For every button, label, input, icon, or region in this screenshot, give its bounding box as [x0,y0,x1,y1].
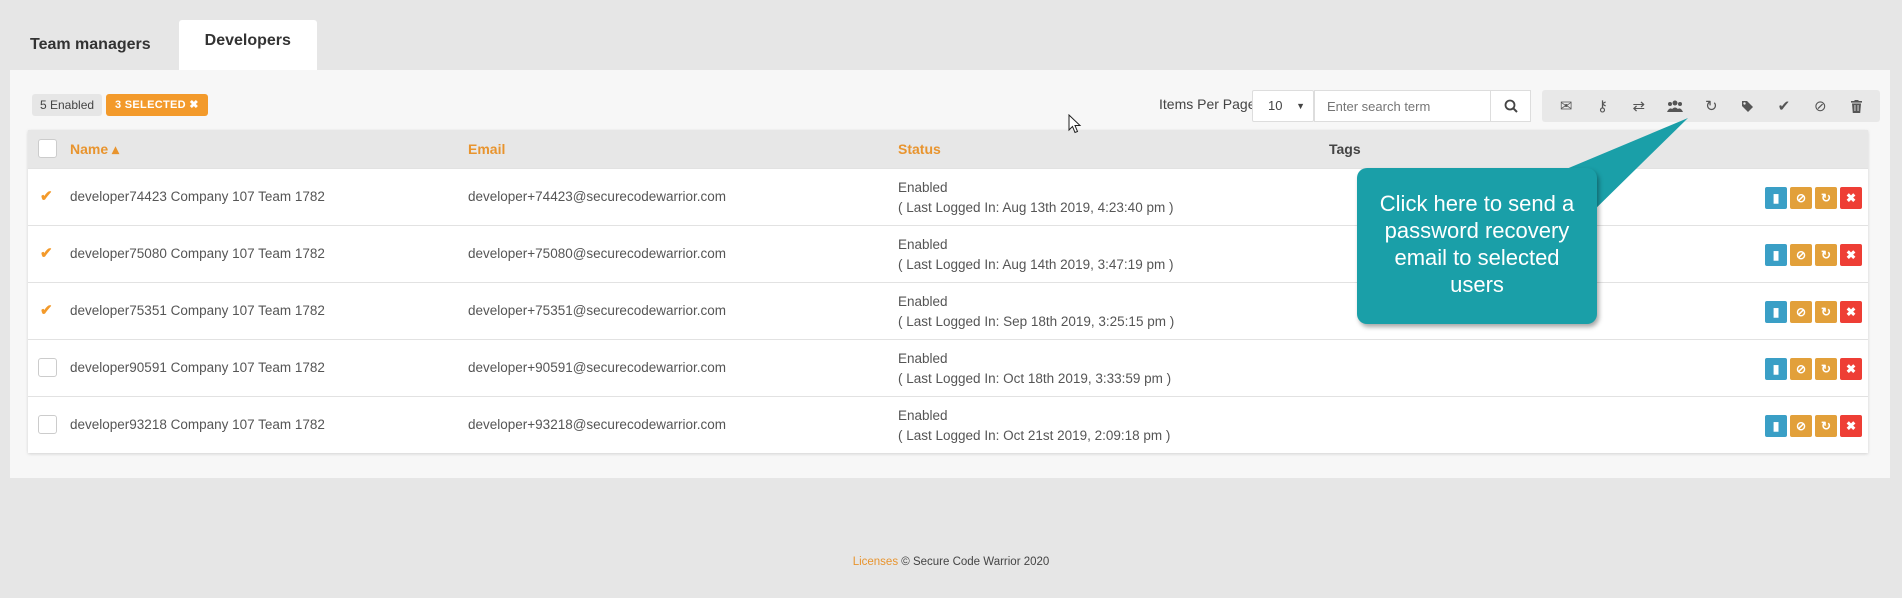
disable-button[interactable]: ⊘ [1790,301,1812,323]
select-all-checkbox[interactable] [38,139,57,158]
disable-button[interactable]: ⊘ [1790,244,1812,266]
licenses-link[interactable]: Licenses [853,556,898,568]
table-row[interactable]: developer90591 Company 107 Team 1782 dev… [28,339,1868,396]
table-row[interactable]: developer93218 Company 107 Team 1782 dev… [28,396,1868,453]
tutorial-callout: Click here to send a password recovery e… [1357,168,1597,324]
delete-button[interactable]: ✖ [1840,358,1862,380]
status-text: Enabled [898,294,948,309]
disable-button[interactable]: ⊘ [1790,187,1812,209]
footer: Licenses © Secure Code Warrior 2020 [0,556,1902,568]
stats-button[interactable]: ▮ [1765,415,1787,437]
delete-button[interactable]: ✖ [1840,301,1862,323]
reset-button[interactable]: ↻ [1815,187,1837,209]
delete-button[interactable]: ✖ [1840,415,1862,437]
stats-button[interactable]: ▮ [1765,244,1787,266]
last-login-text: ( Last Logged In: Oct 18th 2019, 3:33:59… [898,371,1172,386]
items-per-page-select[interactable]: 10 ▼ [1252,90,1314,122]
status-text: Enabled [898,408,948,423]
disable-button[interactable]: ⊘ [1790,415,1812,437]
developer-email: developer+75080@securecodewarrior.com [468,246,726,261]
developer-name: developer75080 Company 107 Team 1782 [70,246,325,261]
status-text: Enabled [898,180,948,195]
row-actions: ▮ ⊘ ↻ ✖ [1765,358,1862,380]
checked-icon[interactable]: ✔ [40,187,53,205]
row-actions: ▮ ⊘ ↻ ✖ [1765,244,1862,266]
items-per-page-label: Items Per Page: [1159,96,1260,112]
reset-button[interactable]: ↻ [1815,301,1837,323]
checked-icon[interactable]: ✔ [40,301,53,319]
developer-name: developer93218 Company 107 Team 1782 [70,417,325,432]
developer-email: developer+74423@securecodewarrior.com [468,189,726,204]
developer-email: developer+75351@securecodewarrior.com [468,303,726,318]
status-text: Enabled [898,237,948,252]
delete-button[interactable]: ✖ [1840,244,1862,266]
developer-name: developer75351 Company 107 Team 1782 [70,303,325,318]
last-login-text: ( Last Logged In: Aug 14th 2019, 3:47:19… [898,257,1174,272]
row-actions: ▮ ⊘ ↻ ✖ [1765,415,1862,437]
check-icon[interactable]: ✔ [1766,90,1802,122]
checked-icon[interactable]: ✔ [40,244,53,262]
stats-button[interactable]: ▮ [1765,358,1787,380]
row-actions: ▮ ⊘ ↻ ✖ [1765,187,1862,209]
items-per-page-value: 10 [1268,98,1283,113]
ban-icon[interactable]: ⊘ [1802,90,1838,122]
reset-button[interactable]: ↻ [1815,358,1837,380]
row-checkbox[interactable] [38,358,57,377]
column-header-tags: Tags [1329,141,1361,157]
enabled-count-badge[interactable]: 5 Enabled [32,94,103,116]
developer-name: developer90591 Company 107 Team 1782 [70,360,325,375]
search-icon [1504,99,1518,113]
developer-email: developer+93218@securecodewarrior.com [468,417,726,432]
developer-name: developer74423 Company 107 Team 1782 [70,189,325,204]
selected-count-badge[interactable]: 3 SELECTED ✖ [106,94,208,116]
tab-team-managers[interactable]: Team managers [10,20,171,70]
row-checkbox[interactable] [38,415,57,434]
search-input[interactable] [1314,90,1491,122]
column-header-email[interactable]: Email [468,141,505,157]
developer-email: developer+90591@securecodewarrior.com [468,360,726,375]
last-login-text: ( Last Logged In: Aug 13th 2019, 4:23:40… [898,200,1174,215]
reset-button[interactable]: ↻ [1815,244,1837,266]
status-text: Enabled [898,351,948,366]
stats-button[interactable]: ▮ [1765,301,1787,323]
tab-developers[interactable]: Developers [178,20,317,70]
copyright-text: © Secure Code Warrior 2020 [901,556,1050,568]
row-actions: ▮ ⊘ ↻ ✖ [1765,301,1862,323]
column-header-status[interactable]: Status [898,141,941,157]
column-header-name[interactable]: Name ▴ [70,141,119,158]
last-login-text: ( Last Logged In: Sep 18th 2019, 3:25:15… [898,314,1175,329]
stats-button[interactable]: ▮ [1765,187,1787,209]
caret-down-icon: ▼ [1296,101,1305,111]
reset-button[interactable]: ↻ [1815,415,1837,437]
tab-bar: Team managers Developers [10,20,317,70]
tag-icon[interactable] [1729,90,1765,122]
disable-button[interactable]: ⊘ [1790,358,1812,380]
last-login-text: ( Last Logged In: Oct 21st 2019, 2:09:18… [898,428,1171,443]
delete-button[interactable]: ✖ [1840,187,1862,209]
trash-icon[interactable] [1838,90,1874,122]
mouse-cursor-icon [1068,114,1082,134]
